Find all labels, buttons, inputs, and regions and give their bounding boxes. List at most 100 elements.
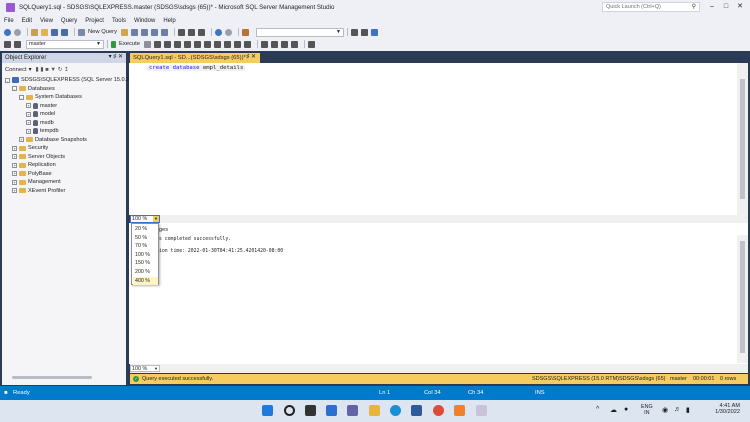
- document-tab[interactable]: SQLQuery1.sql - SD...(SDSGS\sdsgs (65))*…: [130, 53, 260, 63]
- tree-node[interactable]: - SDSGS\SQLEXPRESS (SQL Server 15.0.2000: [5, 76, 139, 85]
- tree-node[interactable]: + Server Objects: [12, 153, 65, 162]
- menu-view[interactable]: View: [40, 18, 53, 24]
- new-project-icon[interactable]: [31, 28, 38, 36]
- window-layout-icon[interactable]: [371, 28, 378, 36]
- solution-configuration-combo[interactable]: ▼: [256, 27, 344, 37]
- save-all-icon[interactable]: [61, 28, 68, 36]
- tree-node[interactable]: + master: [26, 102, 57, 111]
- windows-start-icon[interactable]: [262, 405, 273, 416]
- quick-launch-input[interactable]: Quick Launch (Ctrl+Q) ⚲: [602, 2, 700, 12]
- uncomment-icon[interactable]: [270, 40, 278, 48]
- task-view-icon[interactable]: [305, 405, 316, 416]
- expand-icon[interactable]: +: [12, 162, 17, 168]
- teams-chat-icon[interactable]: [347, 405, 358, 416]
- microphone-icon[interactable]: ●: [624, 406, 628, 413]
- expand-icon[interactable]: +: [12, 179, 17, 185]
- query-editor[interactable]: create database empl_details: [129, 63, 748, 215]
- tree-node[interactable]: + Database Snapshots: [19, 136, 87, 145]
- menu-help[interactable]: Help: [163, 18, 175, 24]
- connect-button[interactable]: Connect: [5, 67, 27, 73]
- db-engine-query-icon[interactable]: [121, 28, 128, 36]
- store-icon[interactable]: [411, 405, 422, 416]
- zoom-option[interactable]: 150 %: [133, 259, 158, 267]
- redo-icon[interactable]: [225, 28, 232, 36]
- file-explorer-icon[interactable]: [369, 405, 380, 416]
- menu-edit[interactable]: Edit: [22, 18, 32, 24]
- increase-indent-icon[interactable]: [290, 40, 298, 48]
- tree-node[interactable]: - Databases: [12, 85, 55, 94]
- results-zoom-combo[interactable]: 100 % ▼: [130, 365, 160, 372]
- zoom-option[interactable]: 100 %: [133, 251, 158, 259]
- pin-close-icon[interactable]: ♯ ✕: [246, 53, 256, 60]
- menu-window[interactable]: Window: [134, 18, 155, 24]
- horizontal-scrollbar[interactable]: [12, 376, 92, 379]
- new-query-icon[interactable]: [78, 28, 85, 36]
- zoom-option[interactable]: 50 %: [133, 234, 158, 242]
- expand-icon[interactable]: +: [26, 120, 31, 126]
- widgets-icon[interactable]: [326, 405, 337, 416]
- panel-controls[interactable]: ▾ ♯ ✕: [109, 53, 123, 60]
- chevron-down-icon[interactable]: ▾: [29, 67, 32, 73]
- editor-vertical-scrollbar[interactable]: [737, 63, 748, 215]
- cloud-icon[interactable]: ☁: [610, 406, 617, 414]
- app-icon[interactable]: [454, 405, 465, 416]
- menu-project[interactable]: Project: [85, 18, 104, 24]
- input-language[interactable]: ENG IN: [641, 404, 653, 416]
- dmx-query-icon[interactable]: [141, 28, 148, 36]
- parse-icon[interactable]: [153, 40, 161, 48]
- tree-node[interactable]: + PolyBase: [12, 170, 52, 179]
- editor-zoom-combo[interactable]: 100 % ▼: [130, 215, 160, 223]
- properties-icon[interactable]: [351, 28, 358, 36]
- wrench-icon[interactable]: [361, 28, 368, 36]
- save-icon[interactable]: [51, 28, 58, 36]
- chrome-icon[interactable]: [433, 405, 444, 416]
- battery-icon[interactable]: ▮: [686, 406, 690, 414]
- stop-icon[interactable]: [143, 40, 151, 48]
- solution-icon[interactable]: [242, 28, 249, 36]
- wifi-icon[interactable]: ◉: [662, 406, 668, 414]
- query-options-icon[interactable]: [173, 40, 181, 48]
- copy-icon[interactable]: [188, 28, 195, 36]
- collapse-icon[interactable]: -: [12, 86, 17, 92]
- expand-icon[interactable]: +: [12, 171, 17, 177]
- tree-node[interactable]: + Replication: [12, 161, 56, 170]
- xmla-query-icon[interactable]: [151, 28, 158, 36]
- execute-button[interactable]: Execute: [119, 41, 140, 47]
- tree-node[interactable]: + model: [26, 110, 55, 119]
- scroll-thumb[interactable]: [740, 79, 745, 199]
- scroll-thumb[interactable]: [740, 241, 745, 353]
- expand-icon[interactable]: +: [26, 103, 31, 109]
- expand-icon[interactable]: +: [12, 188, 17, 194]
- clock[interactable]: 4:41 AM 1/30/2022: [715, 403, 740, 415]
- zoom-option[interactable]: 200 %: [133, 268, 158, 276]
- live-query-stats-icon[interactable]: [203, 40, 211, 48]
- include-actual-plan-icon[interactable]: [193, 40, 201, 48]
- ssms-taskbar-icon[interactable]: [476, 405, 487, 416]
- estimated-plan-icon[interactable]: [163, 40, 171, 48]
- zoom-option[interactable]: 20 %: [133, 225, 158, 233]
- tree-node[interactable]: + Security: [12, 144, 48, 153]
- collapse-icon[interactable]: -: [5, 77, 10, 83]
- undo-icon[interactable]: [215, 28, 222, 36]
- zoom-option[interactable]: 70 %: [133, 242, 158, 250]
- chevron-down-icon[interactable]: ▼: [153, 216, 159, 222]
- oe-toolbar-icons[interactable]: ▮ ▮ ■ ▼ ↻ ↥: [36, 67, 69, 73]
- results-to-grid-icon[interactable]: [233, 40, 241, 48]
- tree-node[interactable]: + Management: [12, 178, 61, 187]
- mdx-query-icon[interactable]: [131, 28, 138, 36]
- tree-node[interactable]: + tempdb: [26, 127, 59, 136]
- client-statistics-icon[interactable]: [213, 40, 221, 48]
- expand-icon[interactable]: +: [26, 128, 31, 134]
- close-button[interactable]: ✕: [733, 2, 747, 12]
- expand-icon[interactable]: +: [26, 111, 31, 117]
- change-connection-icon[interactable]: [14, 40, 21, 48]
- search-icon[interactable]: [284, 405, 295, 416]
- new-query-button[interactable]: New Query: [88, 29, 117, 35]
- minimize-button[interactable]: –: [705, 2, 719, 12]
- expand-icon[interactable]: +: [12, 145, 17, 151]
- paste-icon[interactable]: [198, 28, 205, 36]
- menu-query[interactable]: Query: [61, 18, 77, 24]
- dax-query-icon[interactable]: [161, 28, 168, 36]
- intellisense-icon[interactable]: [183, 40, 191, 48]
- tree-node[interactable]: + msdb: [26, 119, 54, 128]
